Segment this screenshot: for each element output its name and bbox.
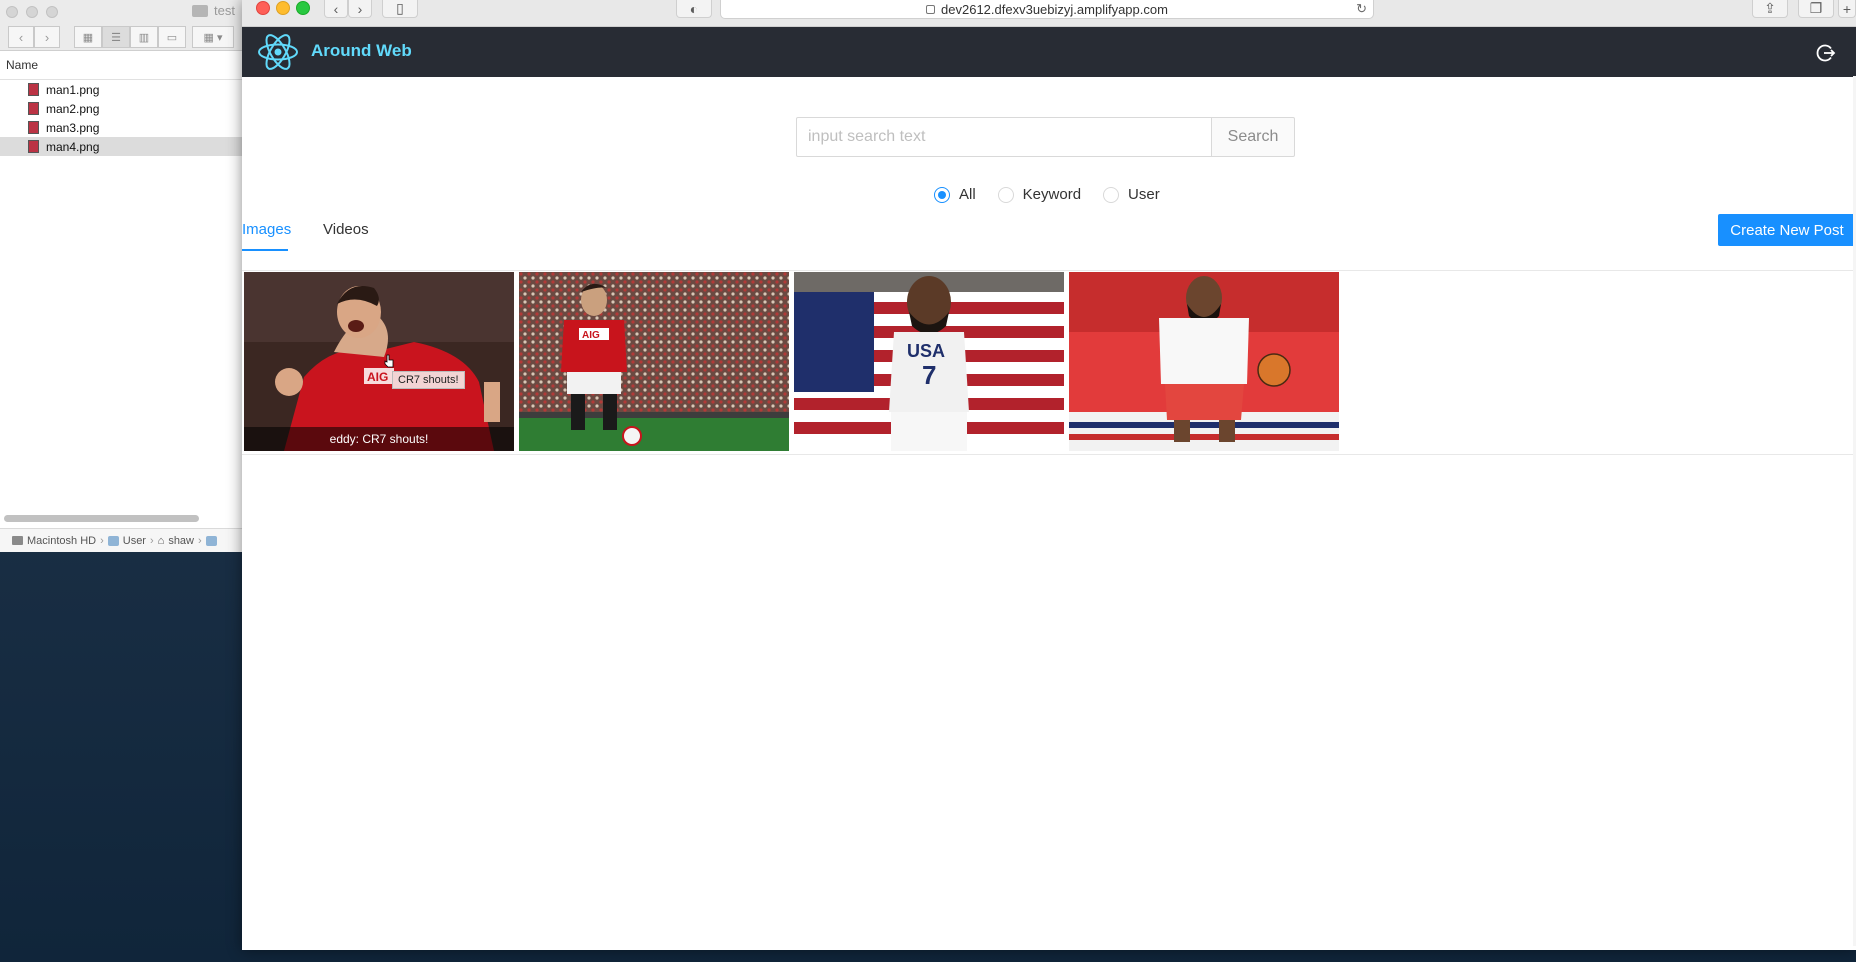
react-logo-icon (258, 34, 298, 70)
privacy-shield-icon[interactable]: ◐ (676, 0, 712, 18)
photo-basketball-dribble (1069, 272, 1339, 451)
browser-minimize-button[interactable] (276, 1, 290, 15)
file-row[interactable]: man2.png (0, 99, 242, 118)
browser-window: ‹ › ▯ ◐ dev2612.dfexv3uebizyj.amplifyapp… (242, 0, 1856, 950)
svg-text:AIG: AIG (367, 370, 388, 384)
finder-title: test (192, 3, 235, 18)
share-icon[interactable]: ⇪ (1752, 0, 1788, 18)
home-icon: ⌂ (157, 534, 165, 547)
search-type-radio-group: All Keyword User (934, 186, 1160, 203)
image-file-icon (28, 102, 39, 115)
search-button[interactable]: Search (1212, 117, 1295, 157)
photo-usa-flag-player: USA 7 (794, 272, 1064, 451)
image-file-icon (28, 121, 39, 134)
hand-cursor-icon (384, 354, 394, 368)
tab-images[interactable]: Images (242, 220, 291, 270)
radio-all-label: All (959, 186, 976, 203)
photo-caption: eddy: CR7 shouts! (244, 427, 514, 451)
sidebar-toggle-icon[interactable]: ▯ (382, 0, 418, 18)
image-file-icon (28, 83, 39, 96)
finder-close-button[interactable] (6, 6, 18, 18)
file-row[interactable]: man4.png (0, 137, 242, 156)
folder-icon (205, 535, 217, 546)
search-input[interactable] (796, 117, 1212, 157)
radio-user-dot[interactable] (1103, 186, 1120, 203)
active-tab-indicator (242, 249, 288, 251)
radio-user[interactable]: User (1103, 186, 1160, 203)
radio-keyword[interactable]: Keyword (997, 186, 1082, 203)
gallery-photo[interactable] (1069, 272, 1339, 451)
image-file-icon (28, 140, 39, 153)
file-name: man4.png (46, 139, 100, 154)
media-tabs: Images Videos (242, 220, 1856, 271)
file-name: man3.png (46, 120, 100, 135)
hard-drive-icon (12, 536, 23, 545)
path-home[interactable]: shaw (168, 535, 194, 547)
app-title: Around Web (311, 41, 412, 60)
finder-minimize-button[interactable] (26, 6, 38, 18)
path-users[interactable]: User (123, 535, 146, 547)
create-new-post-button[interactable]: Create New Post (1718, 214, 1856, 246)
file-row[interactable]: man3.png (0, 118, 242, 137)
search-bar: Search (796, 117, 1295, 157)
tabs-overview-icon[interactable]: ❐ (1798, 0, 1834, 18)
browser-back-button[interactable]: ‹ (324, 0, 348, 18)
lock-icon (926, 4, 936, 14)
browser-close-button[interactable] (256, 1, 270, 15)
finder-back-button[interactable]: ‹ (8, 26, 34, 48)
finder-horizontal-scrollbar[interactable] (4, 515, 199, 522)
finder-forward-button[interactable]: › (34, 26, 60, 48)
gallery-photo[interactable]: AIG (519, 272, 789, 451)
svg-text:7: 7 (922, 360, 936, 390)
image-gallery: AIG CR7 shouts! eddy: CR7 shouts! AIG US… (244, 272, 1339, 451)
radio-user-label: User (1128, 186, 1160, 203)
finder-zoom-button[interactable] (46, 6, 58, 18)
svg-text:AIG: AIG (582, 330, 600, 341)
photo-tooltip: CR7 shouts! (392, 371, 465, 389)
list-view-button[interactable]: ☰ (102, 26, 130, 48)
icon-view-button[interactable]: ▦ (74, 26, 102, 48)
tab-videos[interactable]: Videos (323, 220, 369, 270)
radio-all[interactable]: All (934, 186, 976, 203)
gallery-photo[interactable]: USA 7 (794, 272, 1064, 451)
radio-keyword-label: Keyword (1022, 186, 1082, 203)
app-header: Around Web (242, 27, 1856, 77)
file-list: man1.png man2.png man3.png man4.png (0, 80, 242, 156)
radio-keyword-dot[interactable] (997, 186, 1014, 203)
file-row[interactable]: man1.png (0, 80, 242, 99)
users-folder-icon (107, 535, 119, 546)
column-header-name[interactable]: Name (0, 51, 242, 80)
gallery-photo[interactable]: AIG CR7 shouts! eddy: CR7 shouts! (244, 272, 514, 451)
photo-player-standing: AIG (519, 272, 789, 451)
path-disk[interactable]: Macintosh HD (27, 535, 96, 547)
photo-cr7-shouting: AIG (244, 272, 514, 451)
folder-icon (192, 4, 208, 17)
browser-forward-button[interactable]: › (348, 0, 372, 18)
file-name: man1.png (46, 82, 100, 97)
finder-title-text: test (214, 3, 235, 18)
browser-zoom-button[interactable] (296, 1, 310, 15)
reload-icon[interactable]: ↻ (1356, 1, 1367, 17)
svg-text:USA: USA (907, 341, 945, 361)
finder-window: test ‹ › ▦ ☰ ▥ ▭ ▦ ▾ Name man1.png man2.p… (0, 0, 243, 552)
new-tab-icon[interactable]: + (1838, 0, 1856, 18)
column-view-button[interactable]: ▥ (130, 26, 158, 48)
radio-all-dot[interactable] (934, 186, 950, 203)
group-button[interactable]: ▦ ▾ (192, 26, 234, 48)
file-name: man2.png (46, 101, 100, 116)
finder-toolbar: test ‹ › ▦ ☰ ▥ ▭ ▦ ▾ (0, 0, 242, 51)
gallery-view-button[interactable]: ▭ (158, 26, 186, 48)
path-bar: Macintosh HD › User › ⌂ shaw › (0, 528, 242, 552)
address-bar-url: dev2612.dfexv3uebizyj.amplifyapp.com (941, 1, 1168, 17)
logout-icon[interactable] (1816, 43, 1836, 63)
address-bar[interactable]: dev2612.dfexv3uebizyj.amplifyapp.com ↻ (720, 0, 1374, 19)
browser-toolbar: ‹ › ▯ ◐ dev2612.dfexv3uebizyj.amplifyapp… (242, 0, 1856, 27)
gallery-divider (242, 454, 1856, 455)
